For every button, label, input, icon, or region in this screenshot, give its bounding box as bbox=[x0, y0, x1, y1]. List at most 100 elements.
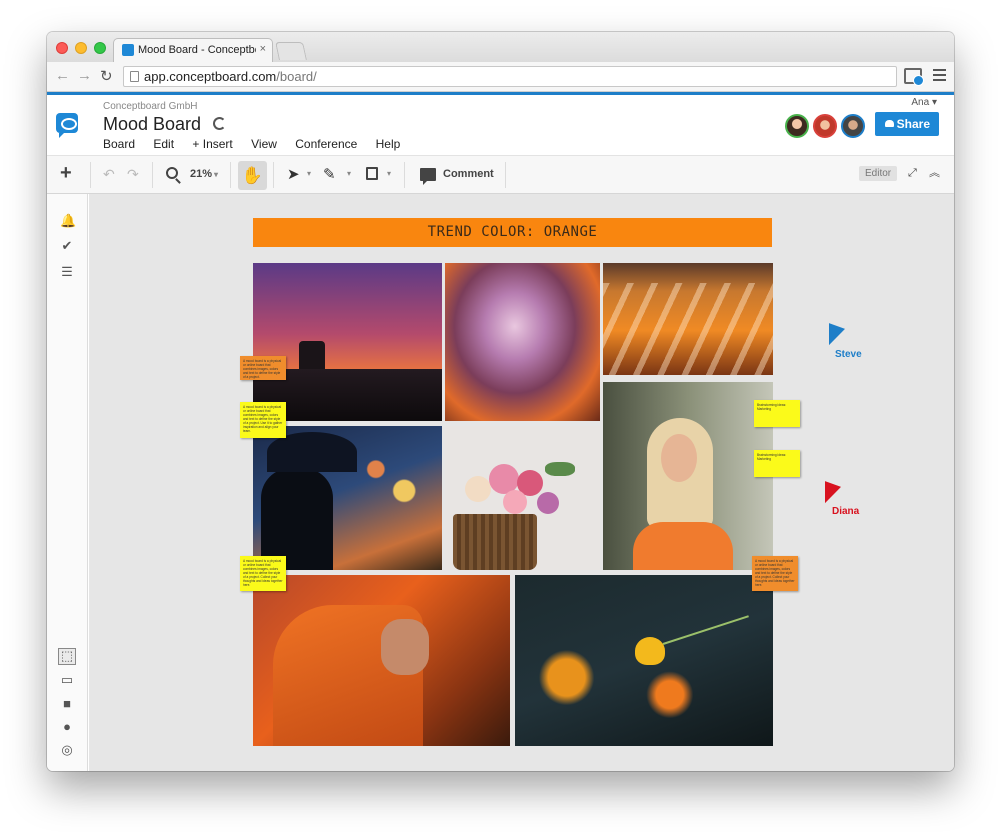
sunlit-street-photo[interactable] bbox=[603, 263, 773, 375]
toolbar-divider bbox=[152, 162, 153, 188]
avatar[interactable] bbox=[813, 114, 837, 138]
browser-tab-strip: Mood Board - Conceptboard × bbox=[47, 32, 954, 62]
canyon-photo[interactable] bbox=[445, 263, 600, 421]
sunset-city-photo[interactable] bbox=[253, 263, 442, 421]
menu-insert[interactable]: + Insert bbox=[192, 137, 232, 151]
redo-icon[interactable]: ↷ bbox=[127, 166, 139, 183]
orange-robe-photo[interactable] bbox=[253, 575, 510, 746]
presentation-icon[interactable]: ▭ bbox=[60, 673, 74, 687]
hand-tool-icon[interactable]: ✋ bbox=[238, 161, 267, 190]
sticky-note[interactable]: A mood board is a physical or online boa… bbox=[752, 556, 798, 591]
address-bar[interactable]: app.conceptboard.com/board/ bbox=[123, 66, 897, 87]
conceptboard-logo-icon[interactable] bbox=[56, 113, 78, 138]
browser-tab-title: Mood Board - Conceptboard bbox=[138, 44, 256, 56]
umbrella-silhouette bbox=[267, 432, 357, 472]
chevron-down-icon[interactable]: ▾ bbox=[307, 169, 311, 178]
light-stripes bbox=[603, 283, 773, 375]
browser-menu-icon[interactable] bbox=[933, 69, 946, 81]
zoom-value: 21% bbox=[190, 168, 213, 180]
reload-icon[interactable]: ↻ bbox=[100, 67, 113, 85]
minimize-window-button[interactable] bbox=[75, 42, 87, 54]
arrow-left-icon[interactable]: ← bbox=[55, 67, 70, 84]
toolbar-divider bbox=[404, 162, 405, 188]
maximize-window-button[interactable] bbox=[94, 42, 106, 54]
sticky-note[interactable]: A mood board is a physical or online boa… bbox=[240, 556, 286, 591]
collaborator-label-steve: Steve bbox=[835, 349, 862, 360]
flower-bloom bbox=[537, 492, 559, 514]
menu-help[interactable]: Help bbox=[376, 137, 401, 151]
trend-color-banner[interactable]: TREND COLOR: ORANGE bbox=[253, 218, 772, 247]
menu-edit[interactable]: Edit bbox=[153, 137, 174, 151]
orange-top bbox=[633, 522, 733, 570]
browser-toolbar: ← → ↻ app.conceptboard.com/board/ bbox=[47, 62, 954, 92]
check-circle-icon[interactable]: ✔ bbox=[60, 239, 74, 253]
board-title[interactable]: Mood Board bbox=[103, 114, 201, 135]
sticky-note[interactable]: Brainstorming ideas: Marketing bbox=[754, 450, 800, 477]
umbrella-night-photo[interactable] bbox=[253, 426, 442, 570]
portrait-photo[interactable] bbox=[603, 382, 773, 570]
chevron-down-icon[interactable]: ▾ bbox=[347, 169, 351, 178]
undo-icon[interactable]: ↶ bbox=[103, 166, 115, 183]
collapse-icon[interactable]: ︽ bbox=[929, 164, 940, 180]
user-menu[interactable]: Ana ▾ bbox=[911, 97, 937, 108]
menu-conference[interactable]: Conference bbox=[295, 137, 357, 151]
new-tab-button[interactable] bbox=[275, 42, 307, 60]
url-path: /board/ bbox=[276, 69, 317, 84]
face bbox=[661, 434, 697, 482]
stem bbox=[662, 615, 749, 645]
comment-icon[interactable] bbox=[420, 168, 436, 185]
sticky-note-tool-icon[interactable] bbox=[366, 167, 378, 180]
sync-icon bbox=[213, 117, 226, 130]
add-icon[interactable]: + bbox=[60, 162, 72, 185]
menu-board[interactable]: Board bbox=[103, 137, 135, 151]
person-silhouette bbox=[261, 468, 333, 570]
zoom-level[interactable]: 21% ▾ bbox=[190, 168, 218, 180]
select-tool-icon[interactable]: ➤ bbox=[287, 165, 300, 183]
page-icon bbox=[130, 71, 139, 82]
close-window-button[interactable] bbox=[56, 42, 68, 54]
screenshot-extension-icon[interactable] bbox=[904, 68, 924, 86]
sticky-note[interactable]: A mood board is a physical or online boa… bbox=[240, 356, 286, 380]
chevron-down-icon: ▾ bbox=[931, 97, 937, 108]
share-button-label: Share bbox=[896, 117, 930, 131]
toolbar-divider bbox=[230, 162, 231, 188]
sticky-note[interactable]: Brainstorming ideas: Marketing bbox=[754, 400, 800, 427]
app-menubar: Board Edit + Insert View Conference Help bbox=[103, 137, 415, 151]
chevron-down-icon: ▾ bbox=[214, 170, 219, 179]
leaf bbox=[545, 462, 575, 476]
chat-icon[interactable]: ● bbox=[60, 720, 74, 734]
company-name: Conceptboard GmbH bbox=[103, 101, 198, 112]
fullscreen-icon[interactable]: ⤢ bbox=[908, 167, 917, 180]
clasped-hands bbox=[381, 619, 429, 675]
compass-icon[interactable]: ◎ bbox=[60, 743, 74, 757]
editor-role-badge: Editor bbox=[859, 166, 898, 181]
collaborator-label-diana: Diana bbox=[832, 506, 860, 517]
list-icon[interactable]: ☰ bbox=[60, 265, 74, 279]
select-icon[interactable]: ⬚ bbox=[58, 648, 76, 665]
pen-tool-icon[interactable]: ✎ bbox=[323, 165, 336, 183]
share-button[interactable]: Share bbox=[875, 112, 939, 136]
video-icon[interactable]: ■ bbox=[60, 697, 74, 711]
comment-button[interactable]: Comment bbox=[443, 168, 494, 180]
menu-view[interactable]: View bbox=[251, 137, 277, 151]
flower-basket-photo[interactable] bbox=[445, 426, 600, 570]
toolbar-divider bbox=[273, 162, 274, 188]
zoom-icon[interactable] bbox=[166, 167, 178, 179]
avatar[interactable] bbox=[785, 114, 809, 138]
avatar[interactable] bbox=[841, 114, 865, 138]
sticky-note[interactable]: A mood board is a physical or online boa… bbox=[240, 402, 286, 438]
app-header: Conceptboard GmbH Mood Board Board Edit … bbox=[47, 95, 954, 155]
flower-bloom bbox=[465, 476, 491, 502]
yellow-flower-photo[interactable] bbox=[515, 575, 773, 746]
chevron-down-icon[interactable]: ▾ bbox=[387, 169, 391, 178]
arrow-right-icon[interactable]: → bbox=[77, 67, 92, 84]
conceptboard-favicon-icon bbox=[122, 44, 134, 56]
toolbar-divider bbox=[90, 162, 91, 188]
user-name: Ana bbox=[911, 97, 930, 108]
tab-close-icon[interactable]: × bbox=[260, 43, 266, 55]
browser-tab-active[interactable]: Mood Board - Conceptboard × bbox=[113, 38, 273, 62]
board-toolbar: + ↶ ↷ 21% ▾ ✋ ➤ ▾ ✎ ▾ ▾ Comment Editor ⤢ … bbox=[47, 155, 954, 194]
toolbar-divider bbox=[505, 162, 506, 188]
bell-icon[interactable]: 🔔 bbox=[60, 214, 76, 228]
url-host: app.conceptboard.com bbox=[144, 69, 277, 84]
